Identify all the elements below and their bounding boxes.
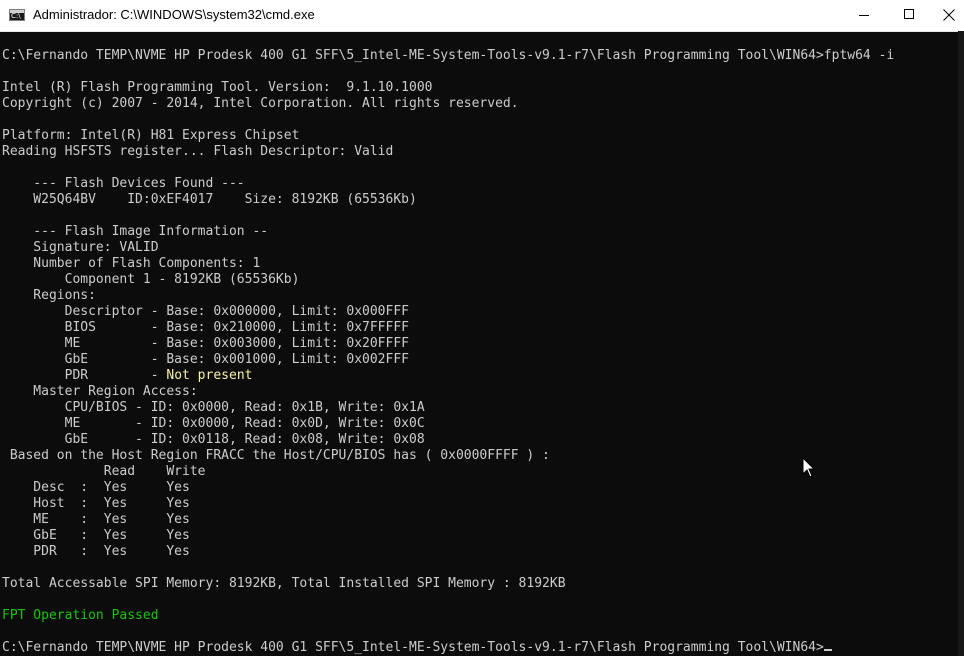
console-output[interactable]: C:\Fernando TEMP\NVME HP Prodesk 400 G1 … xyxy=(2,48,952,655)
total-memory-line: Total Accessable SPI Memory: 8192KB, Tot… xyxy=(2,576,566,591)
prompt-path: C:\Fernando TEMP\NVME HP Prodesk 400 G1 … xyxy=(2,640,824,655)
components-count-line: Number of Flash Components: 1 xyxy=(2,256,261,271)
access-row-desc: Desc : Yes Yes xyxy=(2,480,190,495)
master-me: ME - ID: 0x0000, Read: 0x0D, Write: 0x0C xyxy=(2,416,425,431)
access-row-host: Host : Yes Yes xyxy=(2,496,190,511)
master-gbe: GbE - ID: 0x0118, Read: 0x08, Write: 0x0… xyxy=(2,432,425,447)
signature-line: Signature: VALID xyxy=(2,240,159,255)
region-pdr-label: PDR - xyxy=(2,368,167,383)
access-table-header: Read Write xyxy=(2,464,206,479)
region-descriptor: Descriptor - Base: 0x000000, Limit: 0x00… xyxy=(2,304,409,319)
version-line: Intel (R) Flash Programming Tool. Versio… xyxy=(2,80,433,95)
maximize-button[interactable] xyxy=(886,0,932,31)
image-info-header: --- Flash Image Information -- xyxy=(2,224,269,239)
master-access-header: Master Region Access: xyxy=(2,384,198,399)
region-gbe: GbE - Base: 0x001000, Limit: 0x002FFF xyxy=(2,352,409,367)
devices-header: --- Flash Devices Found --- xyxy=(2,176,245,191)
region-pdr: PDR - Not present xyxy=(2,368,253,384)
command-line: C:\Fernando TEMP\NVME HP Prodesk 400 G1 … xyxy=(2,48,895,63)
text-cursor xyxy=(823,649,832,651)
minimize-button[interactable] xyxy=(836,0,882,31)
master-cpu-bios: CPU/BIOS - ID: 0x0000, Read: 0x1B, Write… xyxy=(2,400,425,415)
hsfsts-line: Reading HSFSTS register... Flash Descrip… xyxy=(2,144,394,159)
vertical-scrollbar[interactable] xyxy=(958,31,964,656)
close-button[interactable] xyxy=(932,0,964,31)
cmd-window: Administrador: C:\WINDOWS\system32\cmd.e… xyxy=(0,0,964,656)
component-line: Component 1 - 8192KB (65536Kb) xyxy=(2,272,300,287)
region-bios: BIOS - Base: 0x210000, Limit: 0x7FFFFF xyxy=(2,320,409,335)
platform-line: Platform: Intel(R) H81 Express Chipset xyxy=(2,128,300,143)
operation-status: FPT Operation Passed xyxy=(2,608,159,623)
prompt-line[interactable]: C:\Fernando TEMP\NVME HP Prodesk 400 G1 … xyxy=(2,640,832,656)
title-bar[interactable]: Administrador: C:\WINDOWS\system32\cmd.e… xyxy=(0,0,964,32)
close-icon xyxy=(943,9,955,21)
cmd-app-icon[interactable] xyxy=(9,9,25,21)
window-title: Administrador: C:\WINDOWS\system32\cmd.e… xyxy=(33,7,315,22)
fracc-line: Based on the Host Region FRACC the Host/… xyxy=(2,448,550,463)
access-row-gbe: GbE : Yes Yes xyxy=(2,528,190,543)
access-row-me: ME : Yes Yes xyxy=(2,512,190,527)
mouse-pointer-icon xyxy=(802,457,816,478)
region-pdr-status: Not present xyxy=(166,368,253,383)
device-line: W25Q64BV ID:0xEF4017 Size: 8192KB (65536… xyxy=(2,192,417,207)
regions-header: Regions: xyxy=(2,288,96,303)
region-me: ME - Base: 0x003000, Limit: 0x20FFFF xyxy=(2,336,409,351)
copyright-line: Copyright (c) 2007 - 2014, Intel Corpora… xyxy=(2,96,519,111)
access-row-pdr: PDR : Yes Yes xyxy=(2,544,190,559)
